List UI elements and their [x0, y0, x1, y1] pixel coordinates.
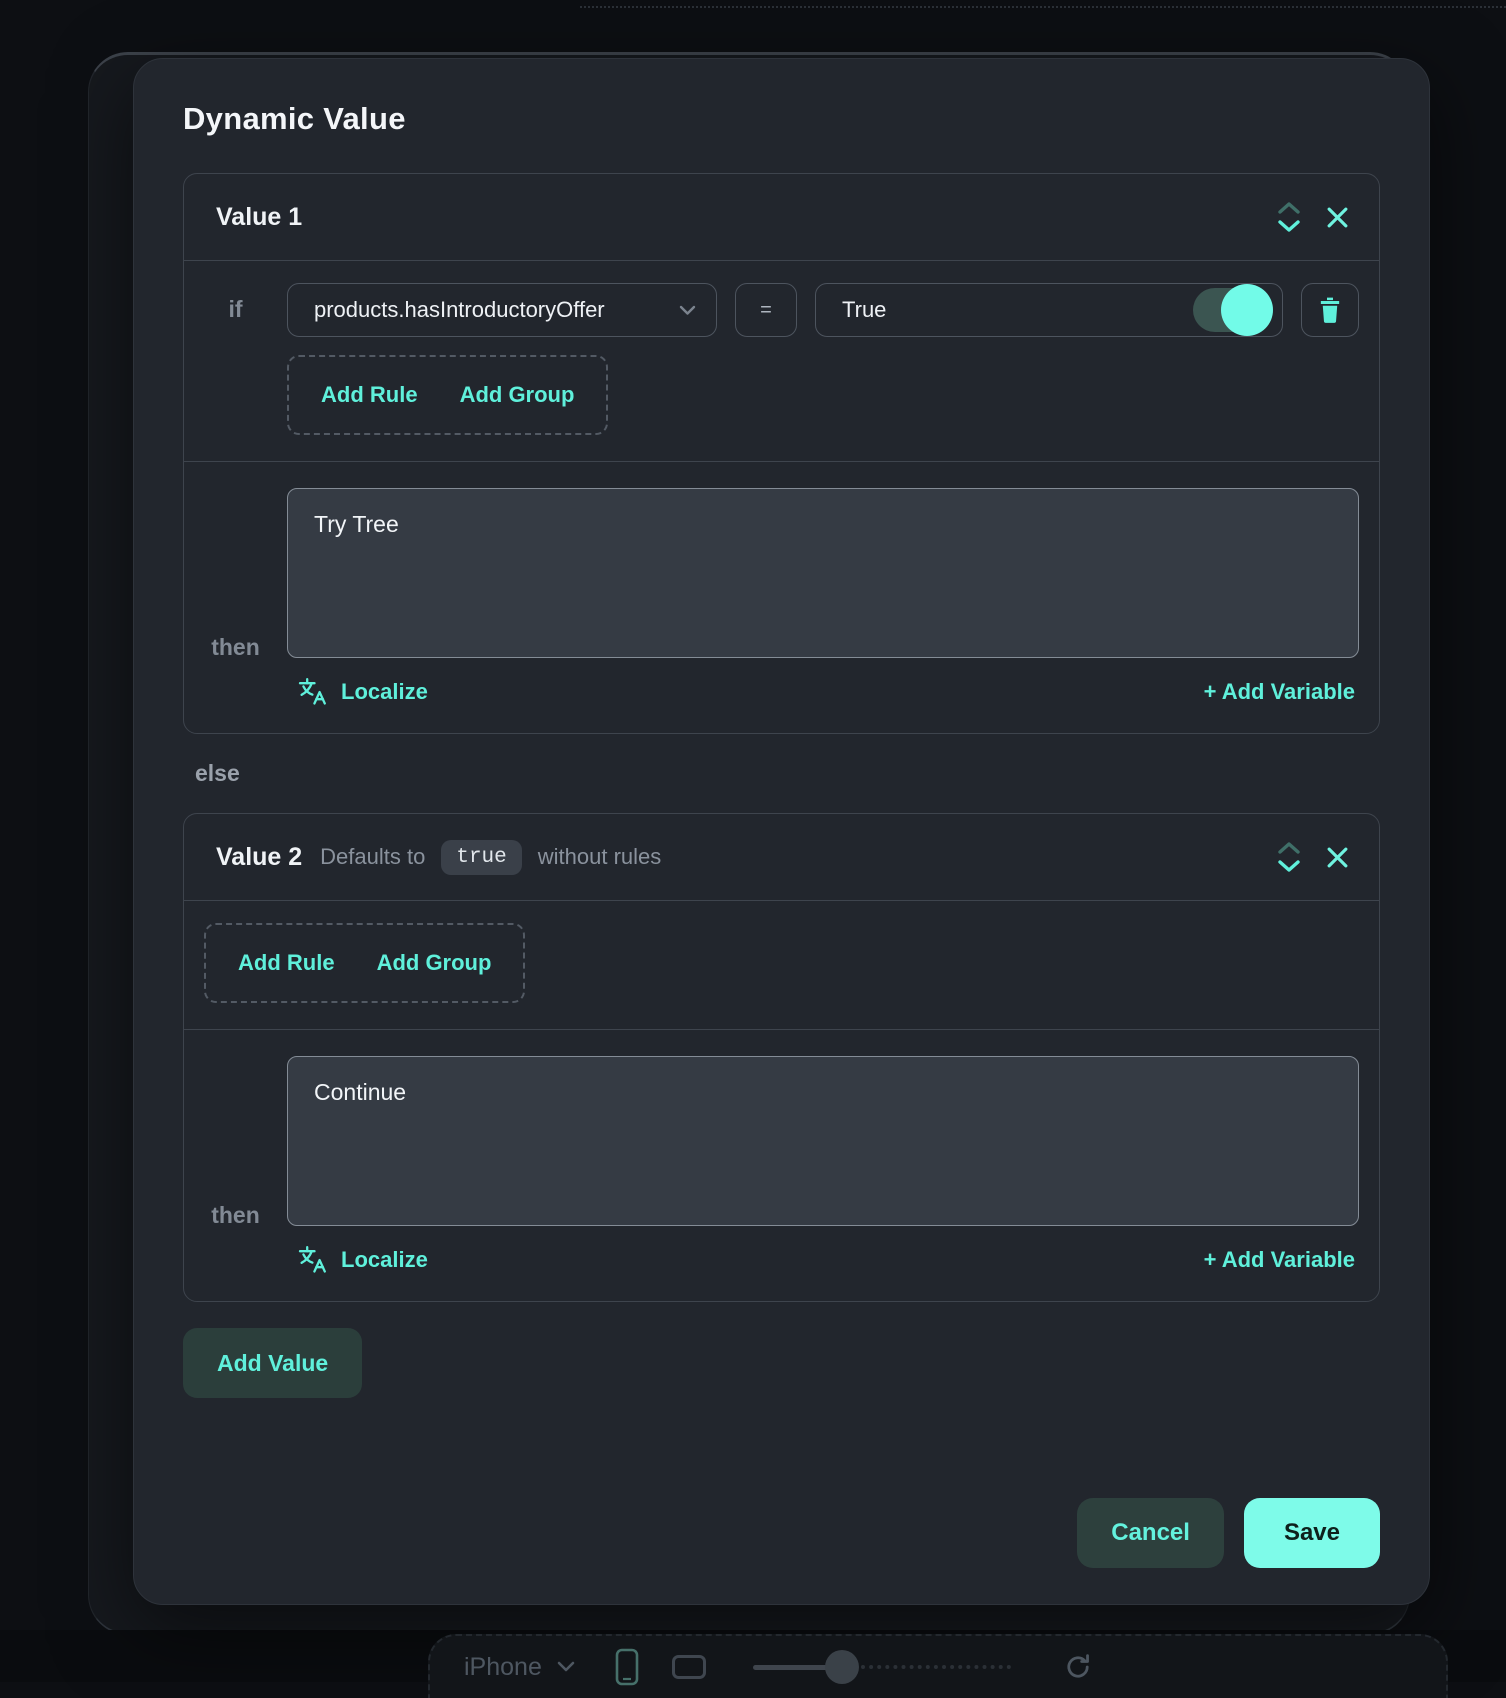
value1-then-textarea[interactable]: Try Tree: [287, 488, 1359, 658]
value2-add-rule-button[interactable]: Add Rule: [238, 950, 335, 976]
toggle-knob: [1221, 284, 1273, 336]
close-icon: [1326, 206, 1349, 229]
device-select[interactable]: iPhone: [464, 1653, 575, 1682]
value2-reorder-button[interactable]: [1278, 842, 1300, 872]
translate-icon: [297, 676, 328, 707]
defaults-prefix: Defaults to: [320, 844, 425, 870]
value2-header: Value 2 Defaults to true without rules: [184, 814, 1379, 901]
value1-if-section: if products.hasIntroductoryOffer = True: [184, 261, 1379, 462]
cancel-button[interactable]: Cancel: [1077, 1498, 1224, 1568]
chevron-up-icon: [1278, 202, 1300, 214]
defaults-suffix: without rules: [538, 844, 662, 870]
else-keyword: else: [195, 760, 1380, 787]
value1-add-variable-button[interactable]: + Add Variable: [1204, 679, 1355, 705]
value1-close-button[interactable]: [1326, 206, 1349, 229]
operator-select[interactable]: =: [735, 283, 797, 337]
refresh-button[interactable]: [1063, 1652, 1093, 1682]
modal-footer: Cancel Save: [183, 1498, 1380, 1568]
condition-value-field[interactable]: True: [815, 283, 1283, 337]
value2-rules-section: Add Rule Add Group: [184, 901, 1379, 1030]
delete-rule-button[interactable]: [1301, 283, 1359, 337]
localize-label: Localize: [341, 679, 428, 705]
slider-track-remaining: [861, 1665, 1011, 1669]
value2-localize-button[interactable]: Localize: [297, 1244, 428, 1275]
value2-add-group-button[interactable]: Add Group: [377, 950, 492, 976]
value1-reorder-button[interactable]: [1278, 202, 1300, 232]
chevron-down-icon: [1278, 860, 1300, 872]
trash-icon: [1317, 296, 1343, 324]
zoom-slider[interactable]: [753, 1649, 1011, 1685]
value2-title: Value 2: [216, 843, 302, 872]
value1-card: Value 1 if products.hasIntroductoryOffer: [183, 173, 1380, 734]
slider-knob[interactable]: [825, 1650, 859, 1684]
condition-value-label: True: [842, 297, 886, 323]
refresh-icon: [1063, 1652, 1093, 1682]
chevron-up-icon: [1278, 842, 1300, 854]
value2-add-rule-group-box: Add Rule Add Group: [204, 923, 525, 1003]
value1-add-group-button[interactable]: Add Group: [460, 382, 575, 408]
top-dotted-divider: [580, 6, 1506, 8]
chevron-down-icon: [557, 1661, 575, 1673]
chevron-down-icon: [1278, 220, 1300, 232]
landscape-mode-button[interactable]: [671, 1654, 707, 1680]
operator-value: =: [760, 299, 772, 322]
localize-label: Localize: [341, 1247, 428, 1273]
then-keyword: then: [211, 634, 260, 661]
value1-title: Value 1: [216, 203, 302, 232]
then-keyword: then: [211, 1202, 260, 1229]
condition-row: products.hasIntroductoryOffer = True: [287, 283, 1359, 337]
translate-icon: [297, 1244, 328, 1275]
value2-then-section: then Continue Localize + Add Variable: [184, 1030, 1379, 1301]
if-keyword: if: [228, 296, 242, 435]
portrait-mode-button[interactable]: [615, 1648, 639, 1686]
condition-field-select[interactable]: products.hasIntroductoryOffer: [287, 283, 717, 337]
phone-icon: [615, 1648, 639, 1686]
device-preview-toolbar: iPhone: [428, 1634, 1448, 1698]
condition-boolean-toggle[interactable]: [1193, 288, 1271, 332]
select-caret-icon: [679, 305, 696, 316]
device-name: iPhone: [464, 1653, 542, 1682]
value1-header: Value 1: [184, 174, 1379, 261]
value2-card: Value 2 Defaults to true without rules A…: [183, 813, 1380, 1302]
dynamic-value-modal: Dynamic Value Value 1 if pr: [133, 58, 1430, 1605]
value1-add-rule-group-box: Add Rule Add Group: [287, 355, 608, 435]
value1-then-section: then Try Tree Localize + Add Variable: [184, 462, 1379, 733]
value2-close-button[interactable]: [1326, 846, 1349, 869]
modal-title: Dynamic Value: [183, 101, 1380, 137]
save-button[interactable]: Save: [1244, 1498, 1380, 1568]
condition-field-value: products.hasIntroductoryOffer: [314, 297, 605, 323]
defaults-code-chip: true: [441, 840, 521, 875]
landscape-icon: [671, 1654, 707, 1680]
value2-then-textarea[interactable]: Continue: [287, 1056, 1359, 1226]
value2-default-note: Defaults to true without rules: [320, 840, 661, 875]
close-icon: [1326, 846, 1349, 869]
value1-localize-button[interactable]: Localize: [297, 676, 428, 707]
value2-add-variable-button[interactable]: + Add Variable: [1204, 1247, 1355, 1273]
add-value-button[interactable]: Add Value: [183, 1328, 362, 1398]
value1-add-rule-button[interactable]: Add Rule: [321, 382, 418, 408]
